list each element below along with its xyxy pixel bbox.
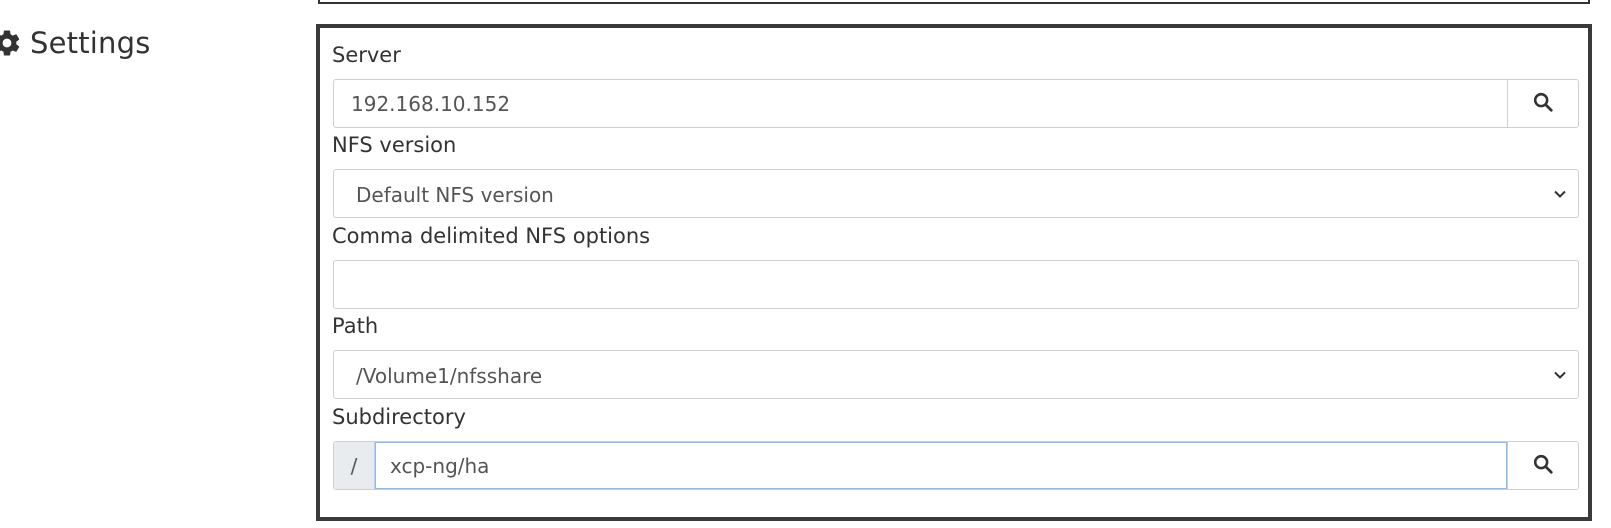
search-icon [1532,91,1554,117]
settings-heading: Settings [0,26,151,60]
server-search-button[interactable] [1507,80,1578,127]
nfs-version-selected: Default NFS version [356,183,554,207]
path-select[interactable]: /Volume1/nfsshare [333,350,1579,399]
subdirectory-prefix: / [334,442,375,489]
nfs-version-select[interactable]: Default NFS version [333,169,1579,218]
chevron-down-icon [1542,170,1578,217]
subdirectory-input-group: / [333,441,1579,490]
path-selected: /Volume1/nfsshare [356,364,543,388]
nfs-options-input-group [333,260,1579,309]
nfs-version-label: NFS version [332,133,457,157]
server-label: Server [332,43,401,67]
nfs-options-input[interactable] [334,261,1578,308]
path-label: Path [332,314,379,338]
page: Settings Server NFS version Default NFS … [0,0,1611,528]
settings-title: Settings [30,26,151,60]
settings-panel: Server NFS version Default NFS version [316,24,1592,521]
gear-icon [0,29,22,57]
previous-panel-edge [318,0,1590,4]
search-icon [1532,453,1554,479]
subdirectory-search-button[interactable] [1507,442,1578,489]
subdirectory-input[interactable] [375,442,1507,489]
server-input[interactable] [334,80,1507,127]
server-input-group [333,79,1579,128]
subdirectory-label: Subdirectory [332,405,466,429]
nfs-options-label: Comma delimited NFS options [332,224,651,248]
chevron-down-icon [1542,351,1578,398]
